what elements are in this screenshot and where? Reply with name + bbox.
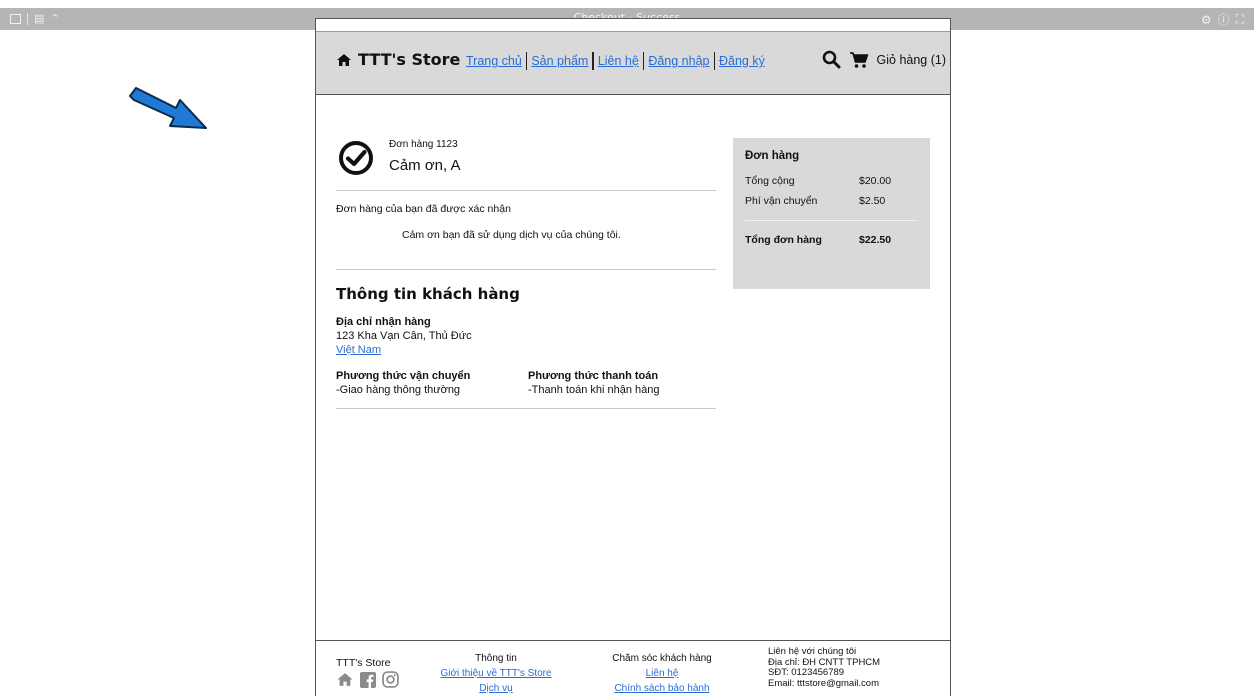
footer-care-column: Chăm sóc khách hàng Liên hệ Chính sách b… [602, 653, 722, 694]
annotation-arrow-icon [129, 87, 207, 129]
shipping-method-label: Phương thức vận chuyển [336, 370, 471, 382]
gear-icon[interactable]: ⚙ [1201, 13, 1212, 27]
home-icon [337, 53, 351, 66]
thanks-heading: Cảm ơn, A [389, 157, 461, 174]
total-value: $22.50 [859, 234, 892, 246]
divider [336, 190, 716, 191]
nav-login-link[interactable]: Đăng nhập [644, 54, 713, 68]
cart-label[interactable]: Giỏ hàng (1) [877, 53, 946, 67]
customer-info-title: Thông tin khách hàng [336, 285, 520, 303]
order-confirmed-text: Đơn hàng của bạn đã được xác nhận [336, 203, 511, 215]
footer-contact: Liên hệ với chúng tôi Địa chỉ: ĐH CNTT T… [768, 646, 880, 689]
nav-home-link[interactable]: Trang chủ [462, 54, 526, 68]
nav-register-link[interactable]: Đăng ký [715, 54, 769, 68]
footer-contact-email: Email: tttstore@gmail.com [768, 677, 880, 689]
country-link[interactable]: Việt Nam [336, 344, 381, 356]
footer-care-title: Chăm sóc khách hàng [612, 653, 712, 664]
thanks-service-text: Cảm ơn bạn đã sử dụng dịch vụ của chúng … [402, 229, 621, 241]
search-icon[interactable] [822, 50, 841, 69]
footer-services-link[interactable]: Dịch vụ [440, 683, 552, 694]
footer-contact-phone: SĐT: 0123456789 [768, 667, 845, 678]
viewer-right-controls: ⚙ ⓘ ⛶ [1201, 11, 1244, 28]
subtotal-value: $20.00 [859, 175, 892, 187]
payment-method-value: -Thanh toán khi nhận hàng [528, 384, 660, 396]
footer-about-link[interactable]: Giới thiệu về TTT's Store [440, 668, 552, 679]
address-label: Địa chỉ nhận hàng [336, 316, 431, 328]
subtotal-label: Tổng cộng [745, 175, 795, 187]
summary-divider [745, 220, 917, 221]
summary-title: Đơn hàng [745, 150, 800, 162]
main-nav: Trang chủ Sản phẩm Liên hệ Đăng nhập Đăn… [462, 52, 769, 70]
instagram-icon[interactable] [382, 671, 399, 688]
facebook-icon[interactable] [360, 671, 376, 688]
shipping-fee-value: $2.50 [859, 195, 886, 207]
brand-name: TTT's Store [358, 50, 461, 69]
cart-icon[interactable] [849, 51, 869, 69]
footer-store-name: TTT's Store [336, 657, 391, 669]
footer-contact-link[interactable]: Liên hệ [602, 668, 722, 679]
shipping-fee-label: Phí vận chuyển [745, 195, 818, 207]
payment-method-label: Phương thức thanh toán [528, 370, 659, 382]
divider [336, 408, 716, 409]
order-number: Đơn hàng 1123 [389, 139, 458, 150]
footer-warranty-link[interactable]: Chính sách bảo hành [602, 683, 722, 694]
total-label: Tổng đơn hàng [745, 234, 822, 246]
order-summary-panel: Đơn hàng Tổng cộng $20.00 Phí vận chuyển… [733, 138, 930, 289]
divider [336, 269, 716, 270]
info-icon[interactable]: ⓘ [1218, 11, 1230, 28]
nav-products-link[interactable]: Sản phẩm [527, 54, 592, 68]
fullscreen-icon[interactable]: ⛶ [1236, 12, 1244, 27]
footer-info-column: Thông tin Giới thiệu về TTT's Store Dịch… [440, 653, 552, 694]
brand[interactable]: TTT's Store [336, 50, 460, 69]
home-icon[interactable] [336, 672, 354, 687]
header-tools: Giỏ hàng (1) [822, 50, 946, 69]
shipping-method-value: -Giao hàng thông thường [336, 384, 461, 396]
footer-social [336, 671, 399, 688]
check-circle-icon [339, 141, 373, 175]
footer-contact-title: Liên hệ với chúng tôi [768, 646, 857, 657]
wireframe-page: TTT's Store Trang chủ Sản phẩm Liên hệ Đ… [315, 18, 951, 696]
site-header: TTT's Store Trang chủ Sản phẩm Liên hệ Đ… [316, 31, 950, 95]
nav-contact-link[interactable]: Liên hệ [594, 54, 643, 68]
site-footer: TTT's Store Thông tin Giới thiệu về TTT'… [316, 640, 950, 696]
footer-info-title: Thông tin [475, 653, 517, 664]
address-text: 123 Kha Vạn Cân, Thủ Đức [336, 330, 472, 342]
